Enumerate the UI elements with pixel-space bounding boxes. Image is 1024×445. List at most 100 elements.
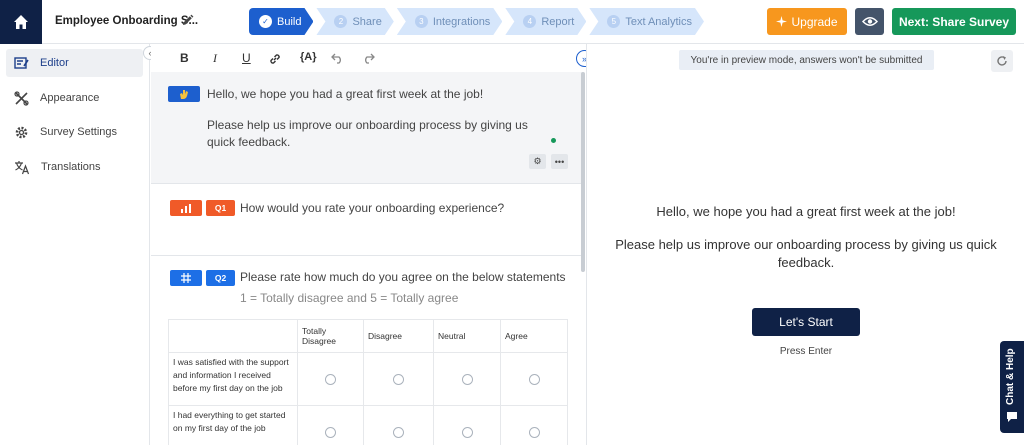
matrix-table: Totally Disagree Disagree Neutral Agree … [168,319,568,445]
more-icon: ••• [554,156,565,167]
question-number-tag: Q1 [206,200,235,216]
step-share[interactable]: 2 Share [316,8,393,35]
redo-icon[interactable] [362,52,375,64]
column-header: Disagree [363,319,434,353]
refresh-button[interactable] [991,50,1013,72]
wave-hand-icon [179,89,188,99]
undo-icon[interactable] [331,52,344,64]
preview-button[interactable] [855,8,884,35]
chat-icon [1007,412,1017,422]
bold-button[interactable]: B [180,51,189,65]
question-2-text[interactable]: Please rate how much do you agree on the… [240,270,566,284]
sidebar-item-translations[interactable]: Translations [6,153,143,181]
sidebar-item-label: Editor [40,57,69,69]
matrix-cell [297,405,364,445]
radio-button[interactable] [393,373,404,385]
step-build[interactable]: ✓ Build [249,8,313,35]
refresh-icon [997,56,1007,66]
variable-button[interactable]: {A} [300,51,317,63]
editor-icon [14,57,29,69]
sidebar-item-appearance[interactable]: Appearance [6,84,143,112]
column-header: Agree [500,319,568,353]
sidebar-item-editor[interactable]: Editor [6,49,143,77]
welcome-block[interactable]: Hello, we hope you had a great first wee… [151,72,583,184]
welcome-title[interactable]: Hello, we hope you had a great first wee… [207,87,483,101]
link-icon[interactable] [268,52,282,66]
grid-icon [181,273,191,283]
block-settings-button[interactable]: ⚙ [529,154,546,169]
translate-icon [15,160,30,174]
lets-start-button[interactable]: Let's Start [752,308,860,336]
radio-button[interactable] [393,426,404,438]
step-label: Text Analytics [625,15,692,28]
step-number: 4 [523,15,536,28]
table-row: I was satisfied with the support and inf… [168,352,568,406]
italic-button[interactable]: I [213,51,217,66]
preview-mode-notice: You're in preview mode, answers won't be… [679,50,934,70]
upgrade-button[interactable]: Upgrade [767,8,847,35]
step-report[interactable]: 4 Report [505,8,586,35]
step-number: 3 [415,15,428,28]
block-more-button[interactable]: ••• [551,154,568,169]
question-2-scale[interactable]: 1 = Totally disagree and 5 = Totally agr… [240,291,458,305]
welcome-subtitle[interactable]: Please help us improve our onboarding pr… [207,117,557,151]
step-label: Build [277,15,302,28]
radio-button[interactable] [325,373,336,385]
matrix-header-row: Totally Disagree Disagree Neutral Agree [168,319,568,353]
editor-scrollbar[interactable] [581,72,585,272]
appearance-icon [14,90,29,106]
step-integrations[interactable]: 3 Integrations [397,8,502,35]
preview-welcome-subtitle: Please help us improve our onboarding pr… [615,237,997,270]
matrix-cell [500,352,568,406]
matrix-cell [363,405,434,445]
upgrade-label: Upgrade [791,14,838,29]
preview-welcome-title: Hello, we hope you had a great first wee… [656,204,956,219]
step-label: Report [541,15,575,28]
sidebar-item-label: Translations [41,161,101,173]
divider [151,255,583,256]
sidebar-item-label: Appearance [40,92,100,104]
sidebar-item-label: Survey Settings [40,126,118,138]
sidebar-item-survey-settings[interactable]: Survey Settings [6,118,143,146]
step-label: Share [352,15,382,28]
underline-button[interactable]: U [242,51,251,65]
survey-editor: B I U {A} » Hello, we hope you had a gre… [151,44,587,445]
question-1-text[interactable]: How would you rate your onboarding exper… [240,201,504,215]
radio-button[interactable] [528,426,540,438]
radio-button[interactable] [325,426,336,438]
chat-help-widget[interactable]: Chat & Help [1000,341,1024,433]
survey-title[interactable]: Employee Onboarding S... [55,15,198,27]
step-label: Integrations [432,15,491,28]
press-enter-hint: Press Enter [779,346,833,357]
radio-button[interactable] [528,373,540,385]
step-number: 5 [607,15,620,28]
matrix-cell [433,405,501,445]
sidebar: Editor Appearance Survey Settings Transl… [0,44,150,445]
formatting-toolbar: B I U {A} [151,44,586,72]
eye-icon [861,17,878,26]
row-label: I was satisfied with the support and inf… [168,352,298,406]
pencil-icon[interactable] [181,14,194,27]
bar-chart-icon [181,203,191,213]
step-number: 2 [334,15,347,28]
gear-icon: ⚙ [533,156,542,166]
radio-button[interactable] [461,426,473,438]
expand-preview-button[interactable]: » [576,50,587,67]
welcome-tag [168,86,200,102]
column-header: Neutral [433,319,501,353]
step-text-analytics[interactable]: 5 Text Analytics [589,8,704,35]
column-header: Totally Disagree [297,319,364,353]
matrix-cell [500,405,568,445]
row-label: I had everything to get started on my fi… [168,405,298,445]
double-chevron-right-icon: » [581,53,587,64]
home-button[interactable] [0,0,42,44]
rating-type-tag [170,200,202,216]
check-icon: ✓ [259,15,272,28]
next-share-survey-button[interactable]: Next: Share Survey [892,8,1016,35]
matrix-type-tag [170,270,202,286]
radio-button[interactable] [461,373,473,385]
chat-help-label: Chat & Help [1005,348,1016,405]
survey-preview: You're in preview mode, answers won't be… [588,44,1024,445]
matrix-corner [168,319,298,353]
matrix-cell [433,352,501,406]
